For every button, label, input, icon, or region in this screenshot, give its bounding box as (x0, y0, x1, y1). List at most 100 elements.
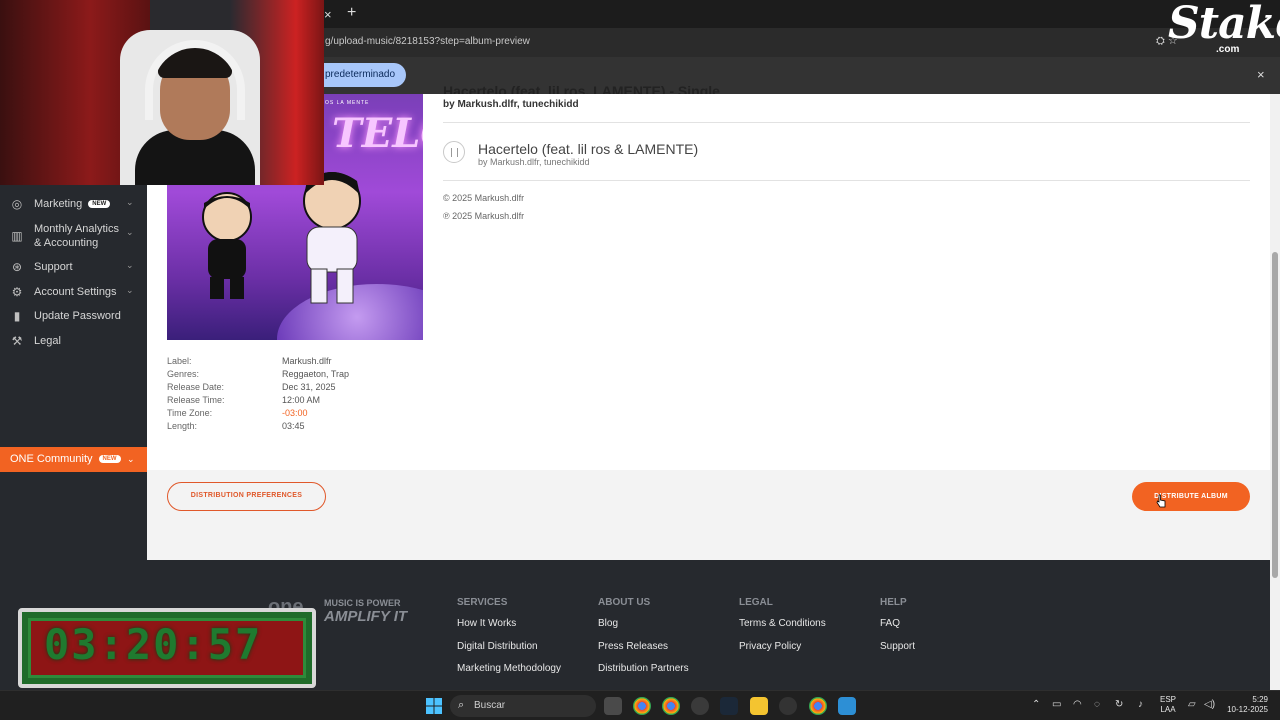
sidebar-item-label: ONE Community (10, 453, 93, 465)
meta-key: Release Time: (167, 395, 225, 405)
footer-heading: HELP (880, 597, 907, 608)
windows-taskbar: ⌕ Buscar ⌃ ▭ ◠ ◌ ↻ ♪ ESP LAA ▱ ◁) 5:29 1… (0, 690, 1280, 720)
countdown-timer-overlay: 03:20:57 (18, 608, 316, 688)
photos-icon[interactable] (838, 697, 856, 715)
footer-link[interactable]: Blog (598, 618, 689, 641)
footer-col-about: ABOUT US Blog Press Releases Distributio… (598, 597, 689, 686)
new-badge: NEW (88, 200, 111, 208)
sidebar-item-label: Legal (34, 335, 61, 347)
footer-link[interactable]: Digital Distribution (457, 641, 561, 664)
footer-link[interactable]: Marketing Methodology (457, 663, 561, 686)
taskbar-clock[interactable]: 5:29 10-12-2025 (1226, 695, 1268, 715)
divider (443, 180, 1250, 181)
footer-link[interactable]: Press Releases (598, 641, 689, 664)
search-icon: ⌕ (458, 699, 465, 711)
meta-value: 03:45 (282, 421, 305, 431)
meta-value: Reggaeton, Trap (282, 369, 350, 379)
new-badge: NEW (98, 455, 121, 463)
stake-logo: Stake .com (1166, 0, 1280, 58)
sidebar-item-update-password[interactable]: ▮ Update Password (0, 309, 147, 323)
meta-value: 12:00 AM (282, 395, 321, 405)
language-indicator[interactable]: ESP LAA (1160, 695, 1176, 715)
taskbar-search-placeholder: Buscar (474, 700, 506, 711)
scrollbar-thumb[interactable] (1272, 252, 1278, 578)
new-tab-button[interactable]: + (347, 4, 356, 22)
steam-icon[interactable] (720, 697, 738, 715)
sidebar-item-label: Account Settings (34, 286, 117, 298)
footer-link[interactable]: How It Works (457, 618, 561, 641)
footer-link[interactable]: FAQ (880, 618, 915, 641)
volume-icon[interactable]: ◁) (1204, 699, 1215, 710)
microphone-icon[interactable]: ♪ (1138, 699, 1143, 710)
sidebar-item-legal[interactable]: ⚒ Legal (0, 334, 147, 348)
footer-heading: LEGAL (739, 597, 773, 608)
footer-col-services: SERVICES How It Works Digital Distributi… (457, 597, 561, 686)
obs-icon[interactable] (691, 697, 709, 715)
chevron-down-icon: ⌄ (126, 285, 134, 295)
sidebar-item-label-line2: & Accounting (34, 237, 99, 249)
footer-link[interactable]: Terms & Conditions (739, 618, 826, 641)
stake-logo-domain: .com (1216, 44, 1240, 55)
meta-key: Length: (167, 421, 198, 431)
chevron-down-icon: ⌄ (126, 260, 134, 270)
album-artists: by Markush.dlfr, tunechikidd (443, 99, 579, 110)
pause-icon (451, 148, 458, 157)
footer-link[interactable]: Privacy Policy (739, 641, 826, 664)
tray-app-icon[interactable]: ▭ (1052, 699, 1061, 710)
tray-headset-icon[interactable]: ◠ (1073, 699, 1082, 710)
chrome-icon[interactable] (633, 697, 651, 715)
language-code: ESP (1160, 695, 1177, 704)
album-title: Hacertelo (feat. lil ros, LAMENTE) - Sin… (443, 83, 720, 94)
windows-start-icon[interactable] (426, 698, 442, 714)
meta-value: Dec 31, 2025 (282, 382, 336, 392)
sidebar-item-label: Support (34, 261, 73, 273)
meta-row-release-time: Release Time: 12:00 AM (167, 395, 427, 408)
footer-amplify: AMPLIFY IT (324, 608, 408, 625)
track-artists: by Markush.dlfr, tunechikidd (478, 157, 590, 167)
taskbar-search[interactable]: ⌕ Buscar (450, 695, 596, 717)
infobar-close-button[interactable]: × (1257, 67, 1265, 82)
footer-link[interactable]: Support (880, 641, 915, 664)
stake-logo-word: Stake (1168, 0, 1280, 49)
play-pause-button[interactable] (443, 141, 465, 163)
cover-character-left (202, 192, 252, 299)
footer-link[interactable]: Distribution Partners (598, 663, 689, 686)
distribute-album-button[interactable]: DISTRIBUTE ALBUM (1132, 482, 1250, 511)
sidebar-item-one-community[interactable]: ONE Community NEW ⌄ (0, 447, 147, 472)
file-explorer-icon[interactable] (750, 697, 768, 715)
timer-digits: 03:20:57 (44, 620, 263, 669)
meta-row-genres: Genres: Reggaeton, Trap (167, 369, 427, 382)
tray-eye-off-icon[interactable]: ◌ (1094, 699, 1100, 710)
footer-col-legal: LEGAL Terms & Conditions Privacy Policy (739, 597, 826, 663)
track-title: Hacertelo (feat. lil ros & LAMENTE) (478, 141, 699, 157)
chevron-down-icon: ⌄ (126, 197, 134, 207)
sidebar-item-support[interactable]: ⊛ Support ⌄ (0, 260, 147, 274)
phonogram-line: ℗ 2025 Markush.dlfr (443, 211, 525, 221)
cover-title-text: TELO (332, 110, 423, 157)
distribution-preferences-button[interactable]: DISTRIBUTION PREFERENCES (167, 482, 326, 511)
footer-tagline: MUSIC IS POWER (324, 598, 401, 608)
gavel-icon: ⚒ (11, 334, 23, 348)
sidebar-item-analytics[interactable]: ▥ Monthly Analytics & Accounting ⌄ (0, 222, 147, 250)
sidebar-item-account-settings[interactable]: ⚙ Account Settings ⌄ (0, 285, 147, 299)
chrome-active-icon[interactable] (809, 697, 827, 715)
clock-time: 5:29 (1252, 695, 1268, 704)
sidebar-item-marketing[interactable]: ◎ Marketing NEW ⌄ (0, 197, 147, 211)
tab-close-button[interactable]: × (324, 7, 332, 22)
meta-key: Release Date: (167, 382, 225, 392)
page-scrollbar[interactable] (1270, 94, 1280, 690)
keyboard-layout: LAA (1160, 705, 1176, 714)
task-view-icon[interactable] (604, 697, 622, 715)
url-text[interactable]: g/upload-music/8218153?step=album-previe… (325, 36, 530, 47)
meta-row-release-date: Release Date: Dec 31, 2025 (167, 382, 427, 395)
network-icon[interactable]: ▱ (1188, 699, 1196, 710)
chevron-up-icon[interactable]: ⌃ (1032, 699, 1040, 710)
gear-icon: ⚙ (11, 285, 23, 299)
cover-character-right (303, 172, 361, 304)
meta-row-length: Length: 03:45 (167, 421, 427, 434)
media-player-icon[interactable] (779, 697, 797, 715)
chrome-profile-icon[interactable] (662, 697, 680, 715)
tray-sync-icon[interactable]: ↻ (1115, 699, 1123, 710)
copyright-line: © 2025 Markush.dlfr (443, 193, 525, 203)
target-icon: ◎ (11, 197, 23, 211)
